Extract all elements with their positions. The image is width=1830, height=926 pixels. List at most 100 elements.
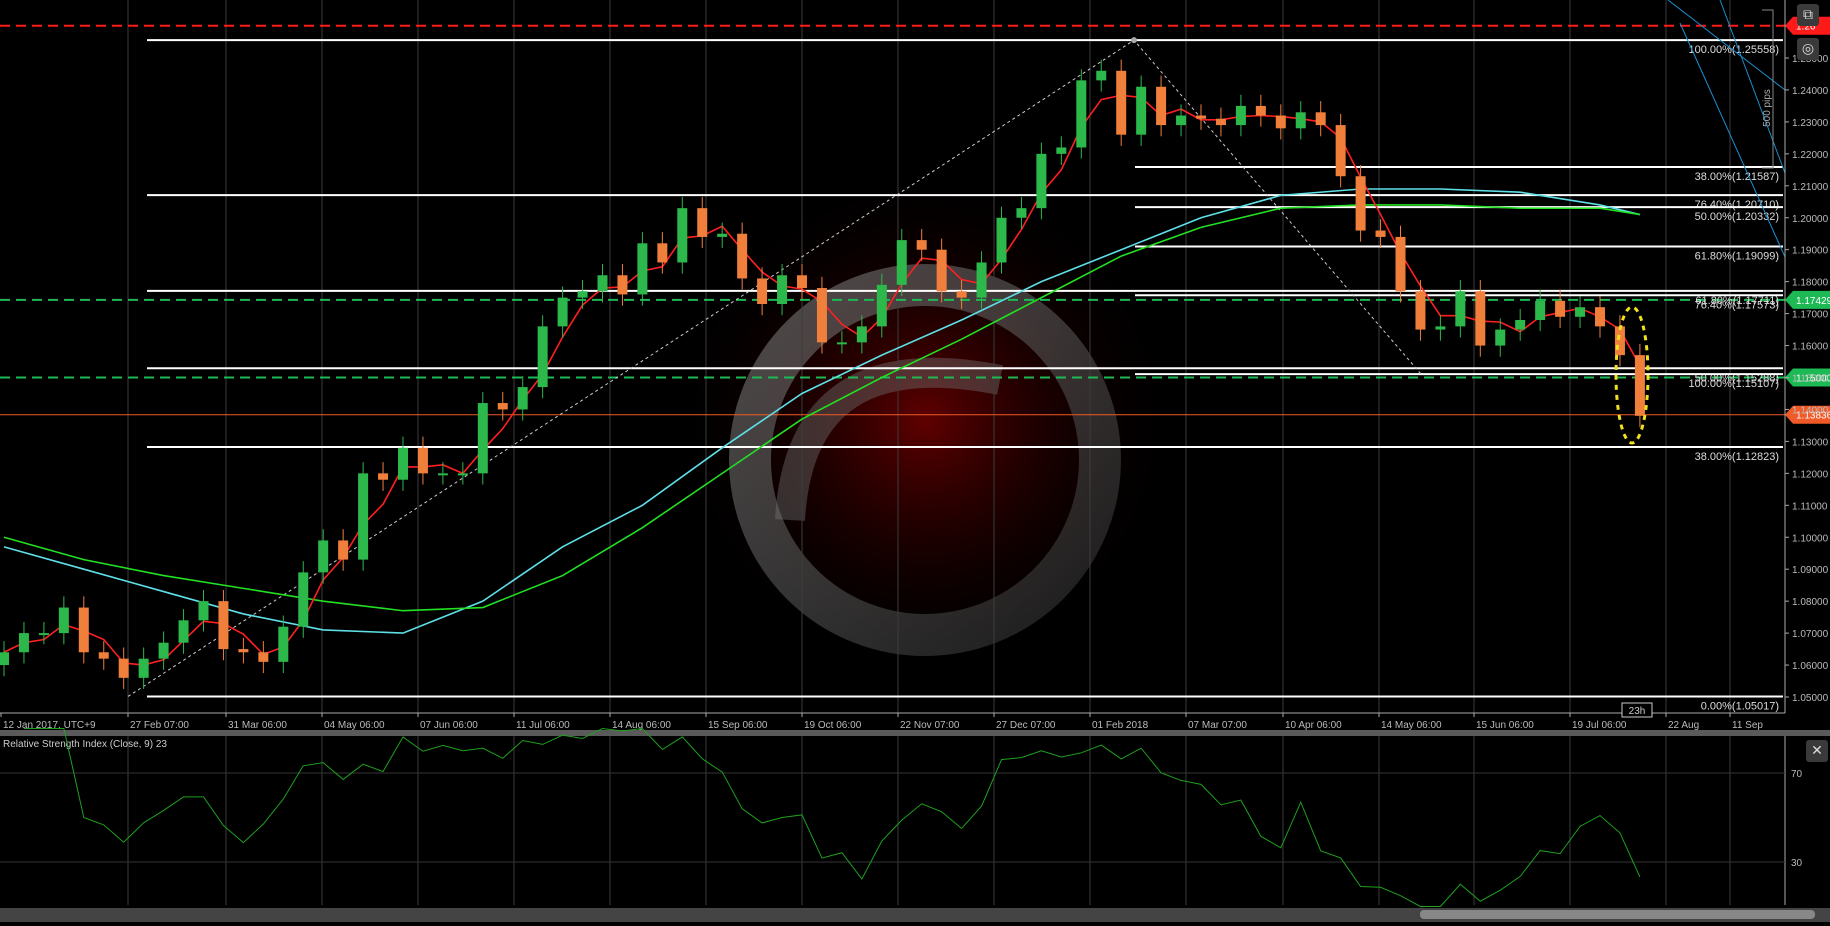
fib-level-label: 61.80%(1.19099) [1695,251,1779,263]
candle [198,601,209,621]
candle [457,473,468,476]
candle [138,658,149,678]
close-rsi-icon[interactable]: ✕ [1806,740,1828,762]
candle [0,652,9,666]
candle [417,447,428,474]
candle [1096,70,1107,81]
candle [996,217,1007,263]
countdown-label: 23h [1629,706,1646,717]
candle [517,387,528,410]
candle [1455,291,1466,327]
price-chart[interactable]: 1.261.174291.150001.13836 100.00%(1.2555… [0,0,1830,926]
candle [118,658,129,678]
candle [58,607,69,634]
candle [1495,329,1506,346]
fib-level-label: 0.00%(1.05017) [1701,700,1779,712]
candle [717,233,728,237]
candle [1036,153,1047,209]
price-tick-label: 1.14000 [1792,405,1829,416]
candle [677,208,688,263]
fib-level-label: 50.00%(1.20332) [1695,211,1779,223]
candle [1215,118,1226,126]
time-tick-label: 07 Mar 07:00 [1188,720,1247,731]
rsi-level-label: 70 [1791,769,1803,780]
price-tick-label: 1.05000 [1792,693,1829,704]
candle [1575,307,1586,317]
candle [1475,291,1486,346]
time-tick-label: 19 Jul 06:00 [1572,720,1627,731]
candle [258,652,269,662]
candle [936,249,947,292]
candle [1056,147,1067,154]
rsi-title: Relative Strength Index (Close, 9) 23 [3,739,167,750]
candle [896,240,907,285]
candle [1395,236,1406,292]
time-tick-label: 14 May 06:00 [1381,720,1442,731]
fib-level-label: 100.00%(1.15107) [1688,378,1779,390]
candle [1255,105,1266,116]
time-tick-label: 22 Nov 07:00 [900,720,960,731]
candle [597,275,608,292]
candle [1515,319,1526,330]
candle [1415,291,1426,330]
candle [1535,300,1546,320]
time-tick-label: 11 Jul 06:00 [516,720,570,731]
candle [1614,326,1625,356]
time-tick-label: 22 Aug [1668,720,1699,731]
scrollbar-thumb[interactable] [1420,910,1815,919]
candle [398,447,408,480]
rsi-level-label: 30 [1791,858,1803,869]
external-link-icon[interactable]: ⧉ [1797,4,1819,26]
price-tick-label: 1.24000 [1792,86,1829,97]
candle [537,326,548,388]
price-tag-label: 1.17429 [1796,296,1830,307]
candle [1355,176,1366,231]
candle [338,540,349,560]
time-tick-label: 27 Feb 07:00 [130,720,189,731]
candle [876,284,887,327]
candle [1335,125,1346,177]
candle [856,326,867,343]
price-tick-label: 1.16000 [1792,342,1829,353]
candle [1016,208,1027,218]
fib-level-label: 38.00%(1.12823) [1695,451,1779,463]
candle [1634,355,1645,416]
pips-ruler [1762,9,1774,169]
pips-label: 500 pips [1762,89,1773,127]
price-tick-label: 1.17000 [1792,310,1829,321]
candle [378,473,389,480]
candle [737,233,748,279]
time-tick-label: 15 Sep 06:00 [708,720,768,731]
candle [1595,307,1605,327]
time-tick-label: 19 Oct 06:00 [804,720,862,731]
candle [358,473,369,560]
candle [617,275,628,295]
price-tick-label: 1.20000 [1792,214,1829,225]
price-tick-label: 1.19000 [1792,246,1829,257]
candle [318,540,329,573]
candle [1315,112,1326,126]
candle [816,288,827,343]
time-tick-label: 31 Mar 06:00 [228,720,287,731]
fib-level-label: 76.40%(1.20710) [1695,199,1779,211]
camera-icon[interactable]: ◎ [1797,38,1819,60]
candle [1156,86,1167,126]
candle [1375,230,1386,237]
price-tick-label: 1.18000 [1792,278,1829,289]
candle [78,607,89,653]
candle [1275,115,1286,129]
candle [777,275,788,305]
candle [757,278,768,305]
price-tick-label: 1.23000 [1792,118,1829,129]
price-tick-label: 1.11000 [1792,501,1828,512]
fib-level-label: 76.40%(1.17573) [1695,299,1779,311]
candle [278,626,289,662]
time-tick-label: 15 Jun 06:00 [1476,720,1534,731]
price-tick-label: 1.10000 [1792,533,1829,544]
candle [1176,115,1187,126]
fib-level-label: 38.00%(1.21587) [1695,171,1779,183]
candle [1295,112,1306,129]
pane-divider[interactable] [0,730,1830,736]
candle [697,208,708,237]
candle [38,633,49,636]
